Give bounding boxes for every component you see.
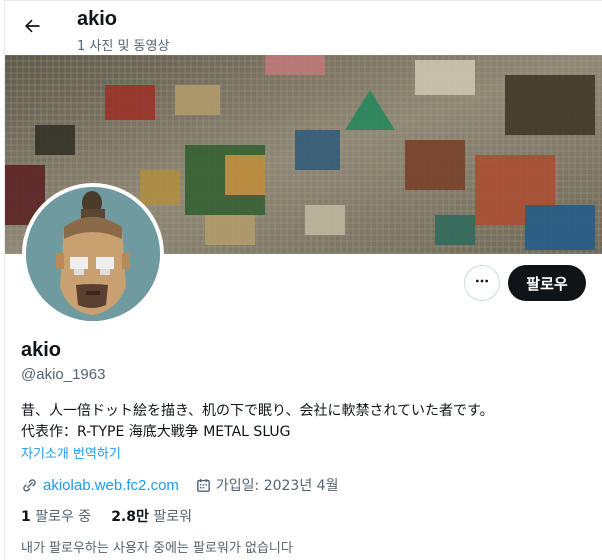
- profile-page: akio 1 사진 및 동영상 팔로우 akio @akio_1963 昔、人一…: [4, 0, 602, 560]
- bio-line-1: 昔、人一倍ドット絵を描き、机の下で眠り、会社に軟禁されていた者です。: [21, 403, 494, 419]
- back-button[interactable]: [15, 11, 49, 45]
- profile-header: akio 1 사진 및 동영상: [5, 1, 602, 55]
- following-count[interactable]: 1 팔로우 중: [21, 506, 91, 526]
- followers-label: 팔로워: [153, 509, 192, 525]
- profile-handle: @akio_1963: [21, 366, 106, 383]
- following-number: 1: [21, 509, 31, 525]
- follow-button[interactable]: 팔로우: [508, 265, 586, 301]
- profile-bio: 昔、人一倍ドット絵を描き、机の下で眠り、会社に軟禁されていた者です。 代表作：R…: [21, 401, 494, 443]
- calendar-icon: [195, 477, 212, 494]
- header-title: akio: [77, 8, 118, 30]
- followers-number: 2.8만: [111, 509, 149, 525]
- joined-date: 가입일: 2023년 4월: [195, 475, 339, 495]
- profile-name: akio: [21, 339, 62, 361]
- followers-count[interactable]: 2.8만 팔로워: [111, 506, 192, 526]
- arrow-left-icon: [22, 16, 42, 41]
- followers-you-know-text: 내가 팔로우하는 사용자 중에는 팔로워가 없습니다: [21, 541, 293, 556]
- more-dots-icon: [474, 273, 490, 294]
- more-options-button[interactable]: [464, 265, 500, 301]
- profile-meta: akiolab.web.fc2.com 가입일: 2023년 4월: [21, 475, 338, 495]
- following-label: 팔로우 중: [35, 509, 92, 525]
- translate-bio-link[interactable]: 자기소개 번역하기: [21, 443, 121, 462]
- header-media-count: 1 사진 및 동영상: [77, 39, 170, 54]
- link-icon: [21, 476, 39, 494]
- follow-stats: 1 팔로우 중 2.8만 팔로워: [21, 506, 212, 526]
- avatar-image: [26, 187, 160, 321]
- joined-text: 가입일: 2023년 4월: [215, 478, 339, 494]
- bio-line-2: 代表作：R-TYPE 海底大戦争 METAL SLUG: [21, 424, 291, 440]
- profile-avatar[interactable]: [22, 183, 164, 325]
- website-link[interactable]: akiolab.web.fc2.com: [43, 477, 179, 494]
